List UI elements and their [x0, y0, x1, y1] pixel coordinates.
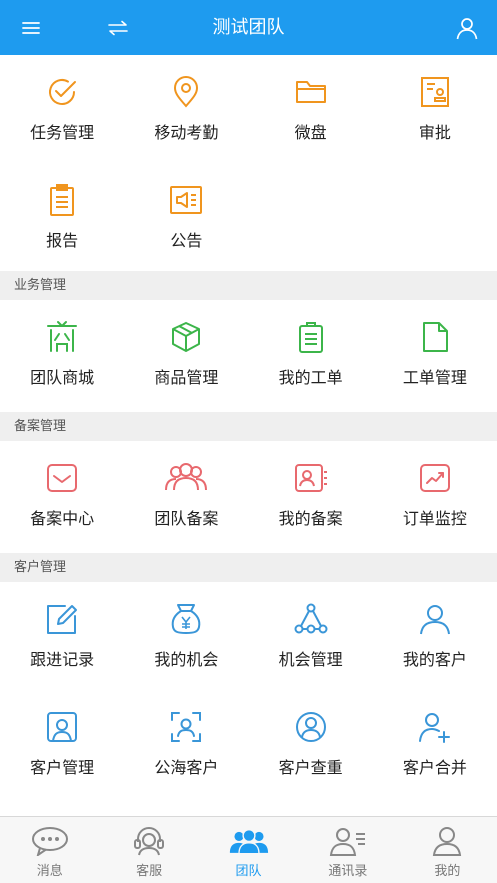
app-label: 审批	[418, 123, 451, 142]
user-icon[interactable]	[453, 14, 481, 42]
app-task-management[interactable]: 任务管理	[0, 55, 124, 163]
app-label: 移动考勤	[154, 123, 219, 142]
app-label: 公海客户	[154, 758, 219, 777]
app-approval[interactable]: 审批	[373, 55, 497, 163]
app-product-management[interactable]: 商品管理	[124, 300, 248, 408]
app-order-monitoring[interactable]: 订单监控	[373, 441, 497, 549]
tab-label: 客服	[136, 864, 163, 879]
headset-icon	[129, 825, 169, 857]
business-grid: 团队商城 商品管理 我的工单 工单管理	[0, 300, 497, 408]
filing-center-icon	[45, 461, 79, 495]
task-check-icon	[45, 75, 79, 109]
tab-label: 消息	[36, 864, 63, 879]
report-clipboard-icon	[45, 183, 79, 217]
id-card-icon	[294, 461, 328, 495]
profile-icon	[427, 825, 467, 857]
tab-label: 我的	[434, 864, 461, 879]
app-my-filing[interactable]: 我的备案	[249, 441, 373, 549]
box-icon	[169, 320, 203, 354]
app-label: 商品管理	[154, 368, 219, 387]
tab-mine[interactable]: 我的	[398, 817, 497, 883]
folder-icon	[294, 75, 328, 109]
contacts-icon	[328, 825, 368, 857]
filing-grid: 备案中心 团队备案 我的备案 订单监控	[0, 441, 497, 549]
app-work-order-management[interactable]: 工单管理	[373, 300, 497, 408]
app-public-pool-customers[interactable]: 公海客户	[124, 690, 248, 798]
location-pin-icon	[169, 75, 203, 109]
person-add-icon	[418, 710, 452, 744]
switch-team-icon[interactable]	[104, 14, 132, 42]
app-team-mall[interactable]: 团队商城	[0, 300, 124, 408]
tab-contacts[interactable]: 通讯录	[298, 817, 397, 883]
team-people-icon	[164, 461, 208, 495]
app-label: 我的客户	[402, 650, 467, 669]
app-my-work-orders[interactable]: 我的工单	[249, 300, 373, 408]
tab-label: 通讯录	[328, 864, 368, 879]
app-label: 报告	[46, 231, 79, 250]
app-filing-center[interactable]: 备案中心	[0, 441, 124, 549]
network-nodes-icon	[294, 602, 328, 636]
app-micro-disk[interactable]: 微盘	[249, 55, 373, 163]
app-label: 工单管理	[402, 368, 467, 387]
app-mobile-attendance[interactable]: 移动考勤	[124, 55, 248, 163]
app-label: 客户合并	[402, 758, 467, 777]
app-label: 任务管理	[30, 123, 95, 142]
bottom-tab-bar: 消息 客服 团队 通讯录 我的	[0, 816, 497, 883]
money-bag-icon	[169, 602, 203, 636]
menu-icon[interactable]	[17, 14, 45, 42]
app-customer-management[interactable]: 客户管理	[0, 690, 124, 798]
approval-stamp-icon	[418, 75, 452, 109]
person-circle-icon	[294, 710, 328, 744]
app-team-filing[interactable]: 团队备案	[124, 441, 248, 549]
customer-grid: 跟进记录 我的机会 机会管理 我的客户 客户管理 公海客户 客户查重 客户合并	[0, 582, 497, 798]
page-title: 测试团队	[212, 17, 285, 38]
app-customer-duplicate-check[interactable]: 客户查重	[249, 690, 373, 798]
tab-label: 团队	[235, 864, 262, 879]
team-icon	[229, 825, 269, 857]
app-opportunity-management[interactable]: 机会管理	[249, 582, 373, 690]
tab-team[interactable]: 团队	[199, 817, 298, 883]
scan-person-icon	[169, 710, 203, 744]
shop-icon	[45, 320, 79, 354]
trend-chart-icon	[418, 461, 452, 495]
app-label: 客户管理	[30, 758, 95, 777]
app-label: 微盘	[294, 123, 327, 142]
person-frame-icon	[45, 710, 79, 744]
message-bubble-icon	[30, 825, 70, 857]
app-my-opportunities[interactable]: 我的机会	[124, 582, 248, 690]
app-report[interactable]: 报告	[0, 163, 124, 271]
megaphone-icon	[169, 183, 203, 217]
app-follow-up-records[interactable]: 跟进记录	[0, 582, 124, 690]
section-header-business: 业务管理	[0, 271, 497, 300]
work-order-icon	[294, 320, 328, 354]
app-label: 我的工单	[278, 368, 343, 387]
app-label: 订单监控	[402, 509, 467, 528]
document-icon	[418, 320, 452, 354]
tab-customer-service[interactable]: 客服	[99, 817, 198, 883]
app-label: 公告	[170, 231, 203, 250]
app-customer-merge[interactable]: 客户合并	[373, 690, 497, 798]
app-announcement[interactable]: 公告	[124, 163, 248, 271]
app-label: 我的机会	[154, 650, 219, 669]
edit-note-icon	[45, 602, 79, 636]
app-my-customers[interactable]: 我的客户	[373, 582, 497, 690]
app-label: 跟进记录	[30, 650, 95, 669]
app-label: 我的备案	[278, 509, 343, 528]
section-header-filing: 备案管理	[0, 412, 497, 441]
app-label: 机会管理	[278, 650, 343, 669]
tab-messages[interactable]: 消息	[0, 817, 99, 883]
app-label: 团队备案	[154, 509, 219, 528]
person-icon	[418, 602, 452, 636]
main-apps-grid: 任务管理 移动考勤 微盘 审批 报告 公告	[0, 55, 497, 271]
top-bar: 测试团队	[0, 0, 497, 55]
app-label: 客户查重	[278, 758, 343, 777]
app-label: 备案中心	[30, 509, 95, 528]
app-label: 团队商城	[30, 368, 95, 387]
section-header-customer: 客户管理	[0, 553, 497, 582]
